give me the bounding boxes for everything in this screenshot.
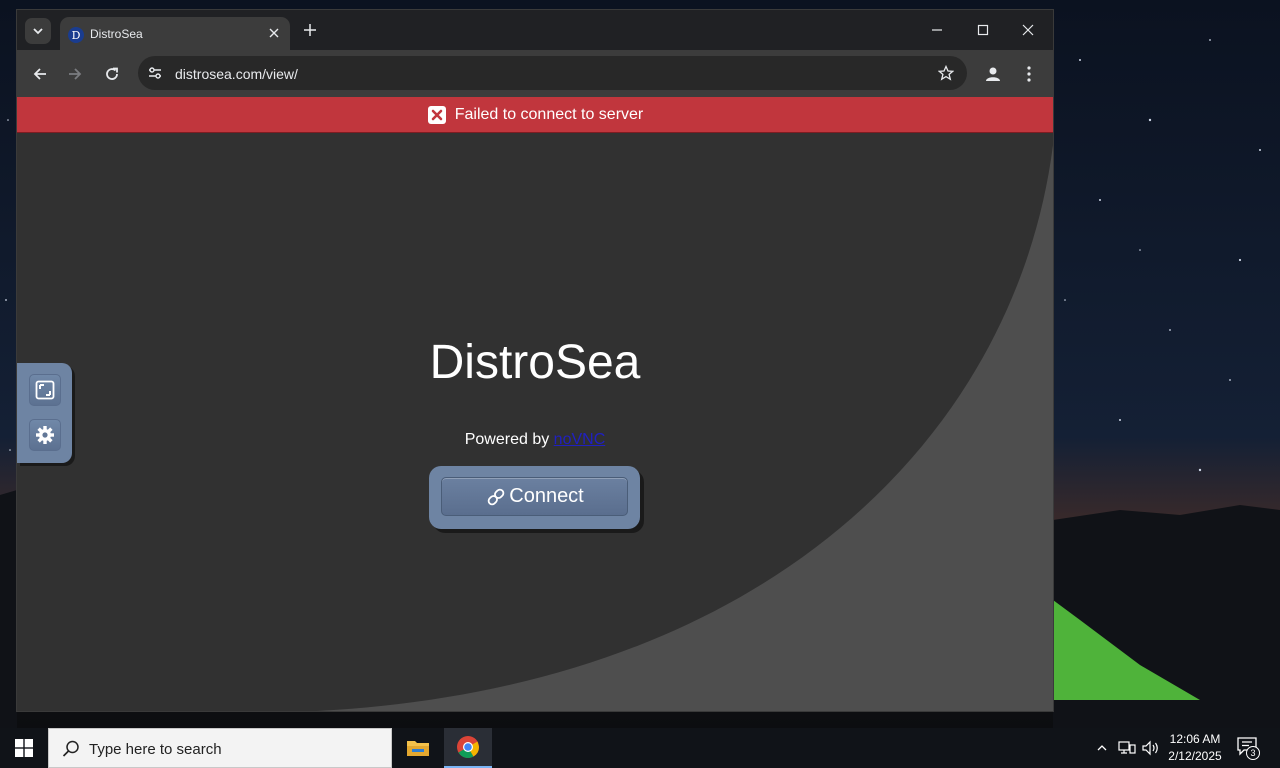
powered-by-prefix: Powered by xyxy=(464,431,554,448)
page-title: DistroSea xyxy=(429,336,641,389)
close-icon xyxy=(1022,24,1034,36)
novnc-link[interactable]: noVNC xyxy=(554,431,606,448)
network-icon xyxy=(1118,741,1136,754)
file-explorer-taskbar-button[interactable] xyxy=(394,728,442,768)
tune-icon xyxy=(149,67,161,79)
background-curve xyxy=(317,145,1053,711)
clock-time: 12:06 AM xyxy=(1169,732,1221,746)
taskbar-search-box[interactable]: Type here to search xyxy=(48,728,392,768)
minimize-icon xyxy=(932,29,942,31)
clock-date: 2/12/2025 xyxy=(1168,749,1222,763)
volume-icon xyxy=(1142,740,1158,756)
minimize-button[interactable] xyxy=(923,16,951,44)
control-bar xyxy=(17,363,72,463)
taskbar: Type here to search 12:06 AM 2/12/2025 3 xyxy=(0,728,1280,768)
profile-button[interactable] xyxy=(980,61,1006,87)
connect-button[interactable]: Connect xyxy=(441,477,628,516)
folder-icon xyxy=(407,741,429,756)
profile-icon xyxy=(986,67,1000,81)
error-banner: Failed to connect to server xyxy=(17,97,1053,133)
address-bar[interactable]: distrosea.com/view/ xyxy=(138,56,967,90)
url-text: distrosea.com/view/ xyxy=(175,66,298,82)
page-viewport: Failed to connect to server DistroSea Po… xyxy=(17,97,1053,711)
settings-gear-icon xyxy=(36,426,54,444)
maximize-icon xyxy=(977,24,989,36)
star-icon xyxy=(938,65,954,81)
chrome-icon xyxy=(457,736,479,758)
chevron-down-icon xyxy=(33,28,43,35)
notification-count-badge: 3 xyxy=(1246,746,1260,760)
more-vertical-icon xyxy=(1027,66,1031,82)
error-x-icon xyxy=(427,105,446,124)
plus-icon xyxy=(304,24,316,36)
reload-button[interactable] xyxy=(99,61,125,87)
tab-search-button[interactable] xyxy=(25,18,51,44)
bookmark-button[interactable] xyxy=(937,64,955,82)
chrome-taskbar-button[interactable] xyxy=(444,728,492,768)
distrosea-favicon-icon: D xyxy=(68,27,84,43)
arrow-right-icon xyxy=(69,68,82,80)
fullscreen-button[interactable] xyxy=(29,374,61,406)
network-button[interactable] xyxy=(1117,738,1137,758)
forward-button[interactable] xyxy=(62,61,88,87)
tab-close-button[interactable] xyxy=(266,25,282,41)
tab-strip: D DistroSea xyxy=(17,10,1053,50)
reload-icon xyxy=(106,67,118,80)
close-icon xyxy=(269,28,279,38)
browser-toolbar: distrosea.com/view/ xyxy=(17,50,1053,97)
back-button[interactable] xyxy=(27,61,53,87)
arrow-left-icon xyxy=(33,68,46,80)
taskbar-clock[interactable]: 12:06 AM 2/12/2025 xyxy=(1160,731,1230,765)
search-icon xyxy=(62,740,79,757)
connect-label: Connect xyxy=(509,485,584,507)
site-info-button[interactable] xyxy=(146,64,164,82)
link-icon xyxy=(487,488,505,505)
browser-window: D DistroSea distrosea.com/view/ Failed t… xyxy=(17,10,1053,711)
menu-button[interactable] xyxy=(1016,61,1042,87)
show-hidden-icons-button[interactable] xyxy=(1092,738,1112,758)
volume-button[interactable] xyxy=(1141,738,1161,758)
connect-panel: Connect xyxy=(429,466,640,529)
tab-title: DistroSea xyxy=(90,27,143,41)
notifications-button[interactable]: 3 xyxy=(1236,736,1264,762)
chevron-up-icon xyxy=(1097,745,1107,751)
settings-button[interactable] xyxy=(29,419,61,451)
close-window-button[interactable] xyxy=(1014,16,1042,44)
fullscreen-icon xyxy=(35,380,55,400)
error-message: Failed to connect to server xyxy=(454,105,644,123)
maximize-button[interactable] xyxy=(969,16,997,44)
new-tab-button[interactable] xyxy=(299,19,321,41)
tab-distrosea[interactable]: D DistroSea xyxy=(60,17,290,50)
windows-logo-icon xyxy=(15,739,33,757)
powered-by-line: Powered by noVNC xyxy=(17,431,1053,449)
search-placeholder: Type here to search xyxy=(89,741,222,758)
start-button[interactable] xyxy=(0,728,48,768)
